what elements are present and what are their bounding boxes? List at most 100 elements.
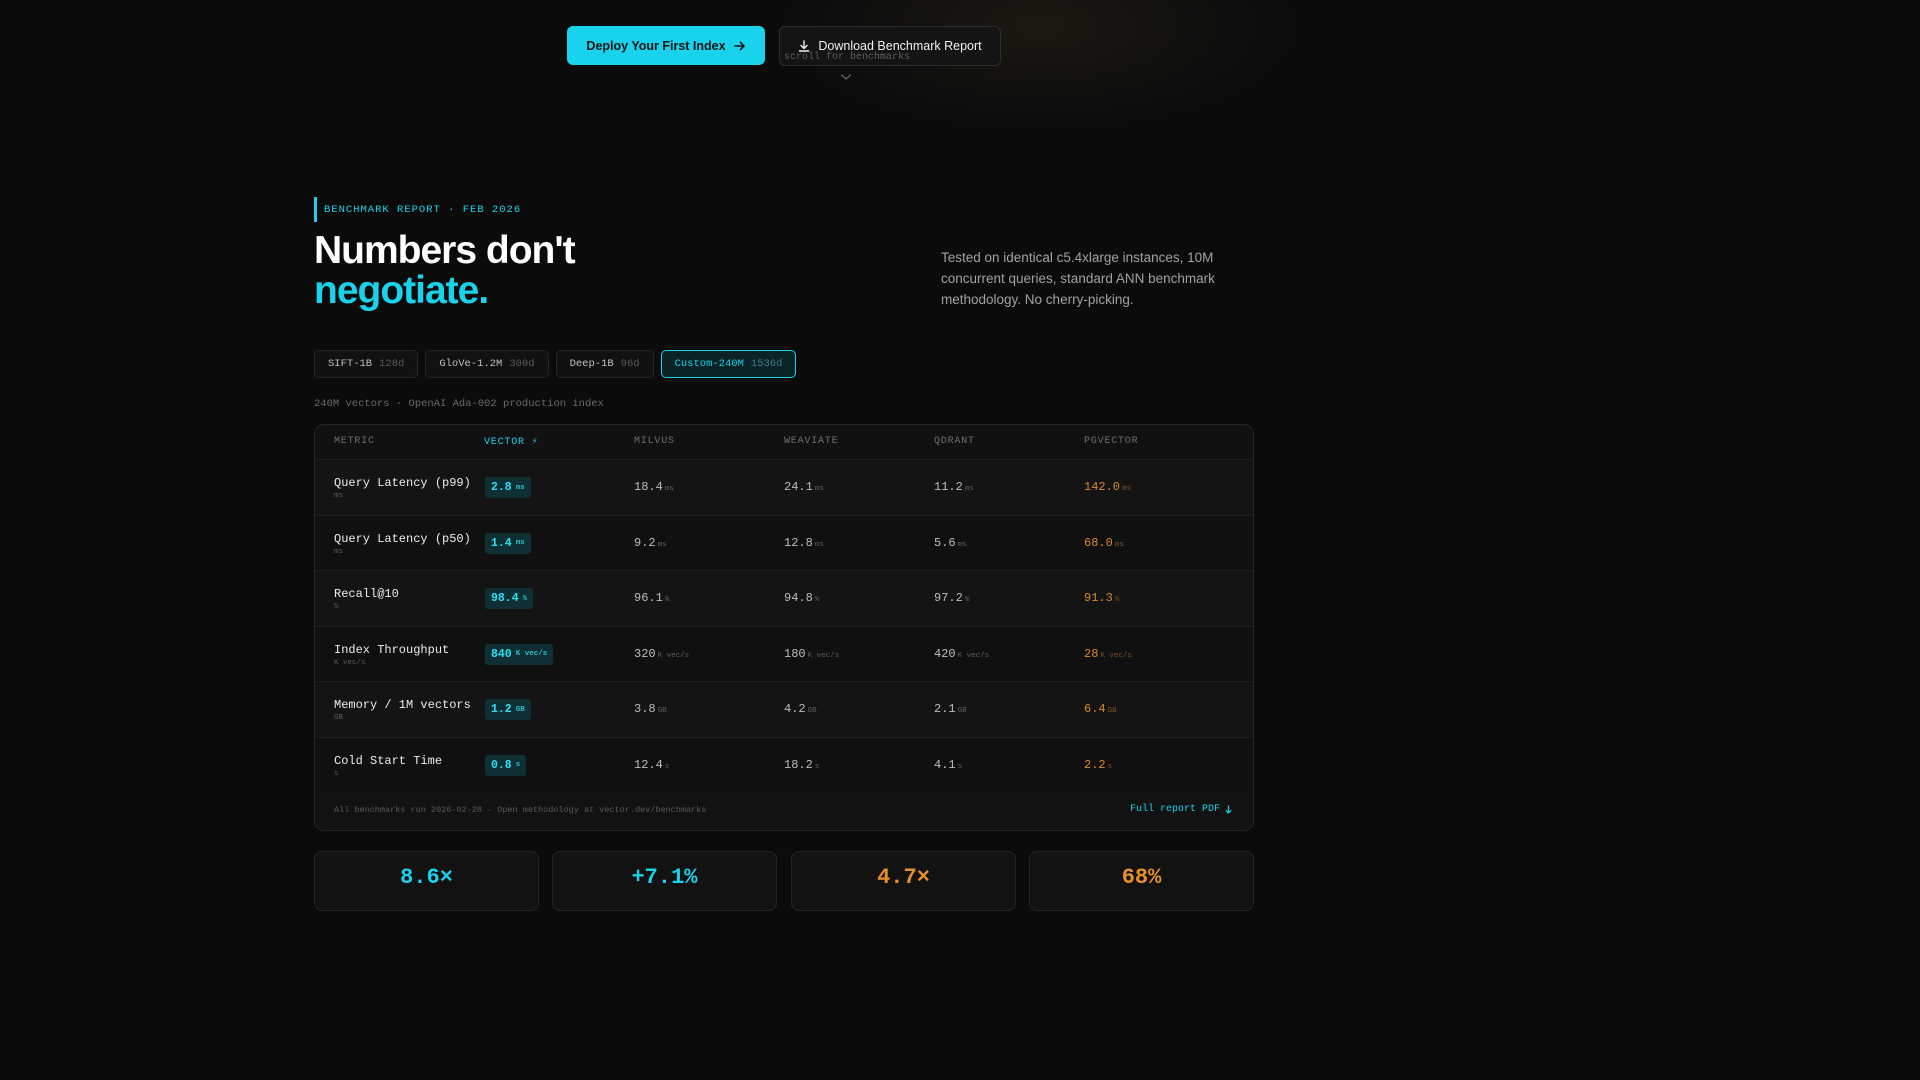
vector-unit: % [522,594,528,603]
weaviate-value-cell: 94.8% [784,591,819,605]
dataset-tab[interactable]: Deep-1B 96d [555,350,654,378]
weaviate-value: 4.2 [784,702,806,716]
section-title: Numbers don't negotiate. [314,229,576,312]
header-vector: VECTOR ⚡ [484,437,539,448]
qdrant-value: 97.2 [934,591,963,605]
dataset-tab-name: Deep-1B [569,358,614,370]
weaviate-value: 24.1 [784,480,813,494]
download-button-label: Download Benchmark Report [818,39,982,53]
vector-unit: ms [515,483,525,492]
table-row: Query Latency (p99) ms 2.8 ms 18.4 ms 24.1 ms 11… [315,459,1253,515]
benchmark-footnote: All benchmarks run 2026-02-28 · Open met… [334,805,707,815]
qdrant-value-cell: 5.6 ms [934,536,967,550]
milvus-unit: K vec/s [657,651,690,660]
vector-value-badge: 1.4 ms [485,532,531,554]
milvus-unit: s [664,762,670,771]
vector-value-badge: 0.8 s [485,754,527,776]
table-header: METRIC VECTOR ⚡ MILVUS WEAVIATE QDRANT P… [315,425,1253,459]
title-line-2: negotiate. [314,269,489,312]
metric-unit: K vec/s [334,658,366,667]
title-line-1: Numbers don't [314,229,576,272]
qdrant-value: 5.6 [934,535,956,550]
qdrant-value: 11.2 [934,480,963,494]
qdrant-unit: % [964,596,970,604]
eyebrow-text: BENCHMARK REPORT · FEB 2026 [324,203,522,216]
table-footer: All benchmarks run 2026-02-28 · Open met… [315,792,1253,830]
qdrant-value: 420 [934,646,956,661]
qdrant-value-cell: 4.1 s [934,758,962,772]
download-icon [799,40,810,52]
header-weaviate: WEAVIATE [784,436,839,447]
pgvector-value-cell: 91.3% [1084,591,1119,605]
dataset-tab[interactable]: SIFT-1B 128d [314,350,419,378]
weaviate-value: 18.2 [784,757,813,772]
full-report-pdf-link[interactable]: Full report PDF [1130,804,1233,815]
stat-value: 68% [1121,865,1162,890]
qdrant-value: 4.1 [934,757,956,772]
dataset-tab[interactable]: Custom-240M 1536d [660,350,797,378]
dataset-tab-dims: 300d [509,358,535,370]
pgvector-value: 68.0 [1084,535,1113,550]
metric-name: Cold Start Time [334,753,443,768]
pgvector-unit: K vec/s [1100,651,1132,660]
pgvector-value-cell: 68.0 ms [1084,536,1124,550]
vector-value: 98.4 [491,592,519,605]
milvus-value-cell: 18.4 ms [634,480,674,494]
deploy-first-index-button[interactable]: Deploy Your First Index [567,26,765,65]
milvus-value: 9.2 [634,535,656,550]
weaviate-unit: s [814,762,820,771]
pgvector-value: 28 [1084,646,1099,661]
metric-unit: ms [334,492,344,500]
pgvector-value-cell: 2.2 s [1084,758,1112,772]
metric-unit: % [334,603,339,611]
pgvector-value-cell: 6.4 GB [1084,702,1117,716]
qdrant-unit: ms [957,540,967,549]
weaviate-unit: ms [814,485,824,493]
deploy-button-label: Deploy Your First Index [586,38,726,53]
milvus-value-cell: 3.8 GB [634,702,667,716]
benchmark-table: METRIC VECTOR ⚡ MILVUS WEAVIATE QDRANT P… [314,424,1254,831]
vector-value: 1.2 [491,703,512,716]
vector-value: 2.8 [491,481,512,494]
metric-name: Query Latency (p50) [334,531,471,546]
table-row: Query Latency (p50) ms 1.4 ms 9.2 ms 12.8 ms 5.6… [315,514,1253,570]
stat-value: +7.1% [631,865,698,890]
dataset-tab-dims: 128d [379,358,405,370]
qdrant-value-cell: 2.1 GB [934,702,967,716]
milvus-value-cell: 12.4 s [634,758,669,772]
arrow-right-icon [733,41,745,50]
milvus-unit: % [664,596,670,604]
section-eyebrow: BENCHMARK REPORT · FEB 2026 [314,197,521,222]
metric-name: Memory / 1M vectors [334,698,471,712]
milvus-unit: ms [657,540,667,549]
weaviate-value: 94.8 [784,591,813,605]
milvus-value: 320 [634,646,656,661]
stat-value: 8.6× [400,865,453,890]
qdrant-value-cell: 420 K vec/s [934,647,989,661]
vector-unit: s [515,761,521,769]
pgvector-unit: GB [1107,707,1117,715]
milvus-unit: ms [664,485,674,493]
pgvector-unit: s [1107,762,1113,771]
qdrant-value-cell: 11.2 ms [934,480,974,494]
vector-value: 0.8 [491,758,512,772]
milvus-value: 3.8 [634,702,656,716]
stat-card: 68% [1029,851,1254,911]
table-row: Cold Start Time s 0.8 s 12.4 s 18.2 s 4.1 s 2.2 s [315,736,1253,792]
dataset-tab[interactable]: GloVe-1.2M 300d [425,350,549,378]
metric-name: Recall@10 [334,587,399,601]
pgvector-unit: ms [1122,485,1132,493]
weaviate-unit: % [814,596,820,604]
metric-unit: ms [334,547,344,556]
milvus-unit: GB [657,707,667,715]
metric-unit: s [334,769,339,778]
milvus-value: 18.4 [634,480,663,494]
stat-value: 4.7× [877,865,930,890]
pgvector-unit: % [1114,596,1120,604]
pgvector-value-cell: 142.0 ms [1084,480,1131,494]
stat-card: 8.6× [314,851,539,911]
qdrant-unit: K vec/s [957,651,990,660]
chevron-down-icon[interactable] [840,72,852,82]
vector-value: 840 [491,647,512,661]
metric-name: Index Throughput [334,642,450,657]
